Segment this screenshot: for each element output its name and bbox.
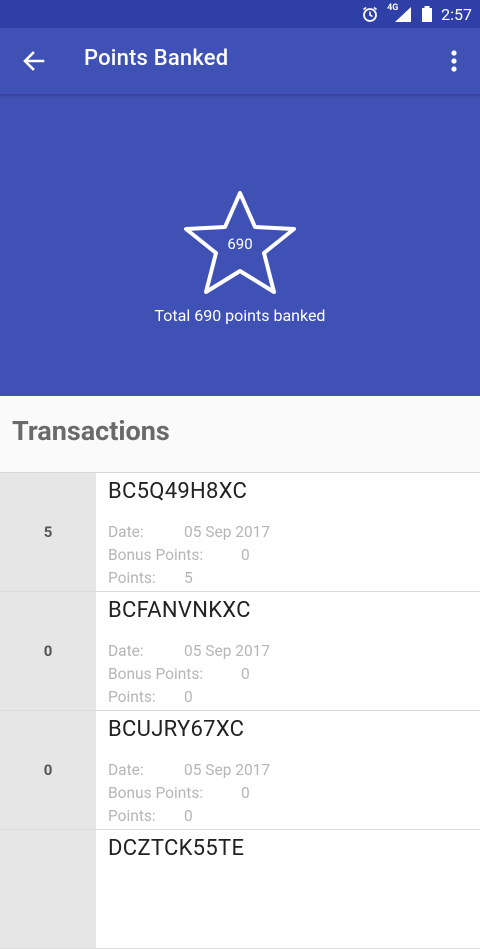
- transaction-details: DCZTCK55TE: [96, 830, 480, 948]
- transaction-code: BC5Q49H8XC: [108, 479, 248, 504]
- signal-icon: 4G: [387, 3, 413, 23]
- points-label: Points:: [108, 807, 156, 825]
- transaction-details: BCUJRY67XC Date: 05 Sep 2017 Bonus Points…: [96, 711, 480, 829]
- status-time: 2:57: [441, 4, 472, 24]
- transaction-row[interactable]: DCZTCK55TE: [0, 830, 480, 949]
- bonus-value: 0: [241, 665, 250, 683]
- bonus-value: 0: [241, 546, 250, 564]
- points-value: 0: [184, 688, 193, 706]
- transaction-date: Date: 05 Sep 2017: [108, 761, 270, 779]
- transaction-code: DCZTCK55TE: [108, 836, 245, 861]
- back-button[interactable]: [18, 45, 50, 77]
- transaction-details: BCFANVNKXC Date: 05 Sep 2017 Bonus Points…: [96, 592, 480, 710]
- points-value: 5: [184, 569, 193, 587]
- overflow-menu-button[interactable]: [438, 45, 470, 77]
- transaction-row[interactable]: 5 BC5Q49H8XC Date: 05 Sep 2017 Bonus Poin…: [0, 473, 480, 592]
- transaction-details: BC5Q49H8XC Date: 05 Sep 2017 Bonus Points…: [96, 473, 480, 591]
- total-points-text: Total 690 points banked: [154, 306, 326, 325]
- date-label: Date:: [108, 642, 144, 660]
- transaction-code: BCUJRY67XC: [108, 717, 245, 742]
- transaction-points: Points: 5: [108, 569, 193, 587]
- status-bar: 4G 2:57: [0, 0, 480, 28]
- transaction-points-badge: 0: [0, 592, 96, 710]
- date-value: 05 Sep 2017: [184, 642, 271, 660]
- app-toolbar: Points Banked: [0, 28, 480, 94]
- status-icons: 4G 2:57: [361, 0, 472, 28]
- points-label: Points:: [108, 688, 156, 706]
- transaction-bonus: Bonus Points: 0: [108, 546, 250, 564]
- transactions-list[interactable]: 5 BC5Q49H8XC Date: 05 Sep 2017 Bonus Poin…: [0, 473, 480, 949]
- star-points-value: 690: [227, 235, 253, 253]
- transaction-points: Points: 0: [108, 688, 193, 706]
- transaction-code: BCFANVNKXC: [108, 598, 251, 623]
- transaction-bonus: Bonus Points: 0: [108, 784, 250, 802]
- transaction-points: Points: 0: [108, 807, 193, 825]
- transaction-points-badge: 5: [0, 473, 96, 591]
- bonus-label: Bonus Points:: [108, 665, 204, 683]
- transaction-date: Date: 05 Sep 2017: [108, 642, 270, 660]
- transaction-bonus: Bonus Points: 0: [108, 665, 250, 683]
- transaction-points-badge: 0: [0, 711, 96, 829]
- points-summary: 690 Total 690 points banked: [0, 94, 480, 396]
- points-value: 0: [184, 807, 193, 825]
- transaction-date: Date: 05 Sep 2017: [108, 523, 270, 541]
- transaction-points-badge: [0, 830, 96, 948]
- transaction-row[interactable]: 0 BCFANVNKXC Date: 05 Sep 2017 Bonus Poin…: [0, 592, 480, 711]
- date-value: 05 Sep 2017: [184, 523, 271, 541]
- alarm-icon: [361, 5, 379, 23]
- date-label: Date:: [108, 761, 144, 779]
- transaction-row[interactable]: 0 BCUJRY67XC Date: 05 Sep 2017 Bonus Poin…: [0, 711, 480, 830]
- bonus-value: 0: [241, 784, 250, 802]
- back-arrow-icon: [23, 51, 45, 71]
- date-value: 05 Sep 2017: [184, 761, 271, 779]
- network-label: 4G: [387, 3, 399, 13]
- points-label: Points:: [108, 569, 156, 587]
- battery-icon: [421, 5, 433, 23]
- page-title: Points Banked: [84, 46, 229, 71]
- bonus-label: Bonus Points:: [108, 546, 204, 564]
- transactions-header: Transactions: [0, 396, 480, 473]
- bonus-label: Bonus Points:: [108, 784, 204, 802]
- transactions-title: Transactions: [12, 415, 170, 447]
- more-vert-icon: [451, 50, 457, 72]
- date-label: Date:: [108, 523, 144, 541]
